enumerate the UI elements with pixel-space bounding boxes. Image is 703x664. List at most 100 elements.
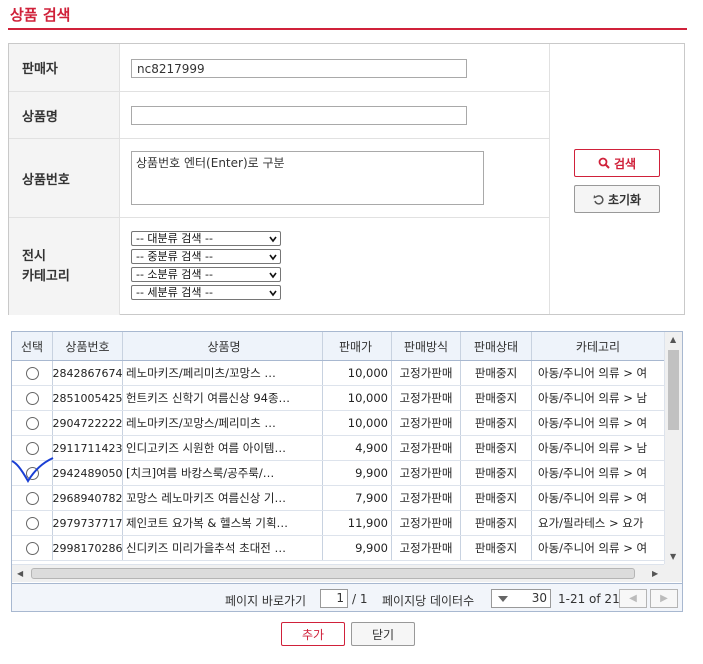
header-product-no[interactable]: 상품번호: [53, 332, 123, 360]
category-label-line2: 카테고리: [22, 268, 70, 284]
horizontal-scrollbar[interactable]: ◀ ▶: [12, 564, 664, 582]
product-no-textarea[interactable]: 상품번호 엔터(Enter)로 구분: [131, 151, 484, 205]
page-title: 상품 검색: [10, 6, 71, 24]
category-detail-select-value: -- 세분류 검색 --: [136, 286, 213, 299]
row-select-cell: [12, 361, 53, 385]
row-product-name: 레노마키즈/꼬망스/페리미츠 …: [123, 411, 323, 435]
chevron-down-icon: [269, 254, 277, 261]
table-row[interactable]: 2911711423 인디고키즈 시원한 여름 아이템… 4,900 고정가판매…: [12, 436, 664, 461]
category-detail-select[interactable]: -- 세분류 검색 --: [131, 285, 281, 300]
row-product-no: 2911711423: [53, 436, 123, 460]
scroll-right-icon[interactable]: ▶: [652, 569, 658, 578]
table-row[interactable]: 2842867674 레노마키즈/페리미츠/꼬망스 … 10,000 고정가판매…: [12, 361, 664, 386]
radio-icon[interactable]: [25, 541, 39, 555]
product-no-label: 상품번호: [9, 139, 120, 217]
vertical-scroll-thumb[interactable]: [668, 350, 679, 430]
row-sale-method: 고정가판매: [392, 386, 461, 410]
row-product-name: 꼬망스 레노마키즈 여름신상 기…: [123, 486, 323, 510]
row-product-name: 레노마키즈/페리미츠/꼬망스 …: [123, 361, 323, 385]
row-category: 아동/주니어 의류 > 여: [538, 541, 648, 555]
radio-icon[interactable]: [25, 391, 39, 405]
row-price: 9,900: [323, 536, 392, 560]
add-button[interactable]: 추가: [281, 622, 345, 646]
row-product-no: 2968940782: [53, 486, 123, 510]
row-category: 아동/주니어 의류 > 여: [538, 416, 648, 430]
page-number-input[interactable]: 1: [320, 589, 348, 608]
radio-icon[interactable]: [25, 491, 39, 505]
row-sale-status: 판매중지: [461, 361, 532, 385]
row-sale-status: 판매중지: [461, 386, 532, 410]
radio-icon[interactable]: [25, 366, 39, 380]
per-page-select[interactable]: 30: [491, 589, 551, 608]
category-medium-select[interactable]: -- 중분류 검색 --: [131, 249, 281, 264]
category-large-select[interactable]: -- 대분류 검색 --: [131, 231, 281, 246]
table-row[interactable]: 2851005425 헌트키즈 신학기 여름신상 94종… 10,000 고정가…: [12, 386, 664, 411]
row-select-cell: [12, 536, 53, 560]
row-sale-method: 고정가판매: [392, 436, 461, 460]
product-no-row: 상품번호 상품번호 엔터(Enter)로 구분: [9, 139, 549, 218]
reset-button[interactable]: 초기화: [574, 185, 660, 213]
row-sale-status: 판매중지: [461, 486, 532, 510]
grid-body: 2842867674 레노마키즈/페리미츠/꼬망스 … 10,000 고정가판매…: [12, 361, 664, 564]
product-grid: 선택 상품번호 상품명 판매가 판매방식 판매상태 카테고리 284286767…: [11, 331, 683, 612]
row-category: 아동/주니어 의류 > 여: [538, 366, 648, 380]
row-category: 아동/주니어 의류 > 남: [538, 441, 648, 455]
row-product-no: 2942489050: [53, 461, 123, 485]
header-category[interactable]: 카테고리: [532, 332, 664, 360]
radio-icon[interactable]: [25, 516, 39, 530]
radio-icon[interactable]: [25, 466, 39, 480]
header-product-name[interactable]: 상품명: [123, 332, 323, 360]
row-category: 요가/필라테스 > 요가: [538, 516, 644, 530]
scroll-corner: [664, 564, 682, 582]
row-sale-status: 판매중지: [461, 536, 532, 560]
row-sale-method: 고정가판매: [392, 361, 461, 385]
table-row[interactable]: 2998170286 신디키즈 미리가을추석 초대전 … 9,900 고정가판매…: [12, 536, 664, 561]
table-row[interactable]: 2942489050 [치크]여름 바캉스룩/공주룩/… 9,900 고정가판매…: [12, 461, 664, 486]
horizontal-scroll-thumb[interactable]: [31, 568, 635, 579]
row-sale-method: 고정가판매: [392, 411, 461, 435]
chevron-down-icon: [498, 596, 508, 602]
product-name-input[interactable]: [131, 106, 467, 125]
header-price[interactable]: 판매가: [323, 332, 392, 360]
row-select-cell: [12, 411, 53, 435]
scroll-left-icon[interactable]: ◀: [17, 569, 23, 578]
row-select-cell: [12, 486, 53, 510]
search-form: 판매자 상품명 상품번호 상품번호 엔터(Enter)로 구분 전시 카테고리 …: [8, 43, 685, 315]
row-sale-status: 판매중지: [461, 511, 532, 535]
seller-input[interactable]: [131, 59, 467, 78]
row-product-no: 2979737717: [53, 511, 123, 535]
row-price: 9,900: [323, 461, 392, 485]
header-sale-method[interactable]: 판매방식: [392, 332, 461, 360]
scroll-up-icon[interactable]: ▲: [670, 335, 676, 344]
table-row[interactable]: 2968940782 꼬망스 레노마키즈 여름신상 기… 7,900 고정가판매…: [12, 486, 664, 511]
category-small-select[interactable]: -- 소분류 검색 --: [131, 267, 281, 282]
chevron-down-icon: [269, 272, 277, 279]
category-label-line1: 전시: [22, 248, 46, 264]
row-product-no: 2904722222: [53, 411, 123, 435]
radio-icon[interactable]: [25, 416, 39, 430]
row-category: 아동/주니어 의류 > 여: [538, 466, 648, 480]
table-row[interactable]: 2904722222 레노마키즈/꼬망스/페리미츠 … 10,000 고정가판매…: [12, 411, 664, 436]
search-icon: [598, 157, 610, 169]
prev-page-icon[interactable]: ◀: [619, 589, 647, 608]
row-product-no: 2851005425: [53, 386, 123, 410]
form-divider: [549, 44, 550, 314]
radio-icon[interactable]: [25, 441, 39, 455]
vertical-scrollbar[interactable]: ▲ ▼: [664, 332, 682, 564]
next-page-icon[interactable]: ▶: [650, 589, 678, 608]
row-sale-method: 고정가판매: [392, 511, 461, 535]
close-button[interactable]: 닫기: [351, 622, 415, 646]
total-pages: / 1: [352, 592, 368, 606]
row-select-cell: [12, 436, 53, 460]
row-price: 7,900: [323, 486, 392, 510]
chevron-down-icon: [269, 236, 277, 243]
header-select[interactable]: 선택: [12, 332, 53, 360]
row-product-no: 2998170286: [53, 536, 123, 560]
reset-icon: [593, 194, 604, 205]
scroll-down-icon[interactable]: ▼: [670, 552, 676, 561]
header-sale-status[interactable]: 판매상태: [461, 332, 532, 360]
search-button[interactable]: 검색: [574, 149, 660, 177]
row-price: 10,000: [323, 386, 392, 410]
search-button-label: 검색: [613, 156, 637, 171]
table-row[interactable]: 2979737717 제인코트 요가복 & 헬스복 기획… 11,900 고정가…: [12, 511, 664, 536]
